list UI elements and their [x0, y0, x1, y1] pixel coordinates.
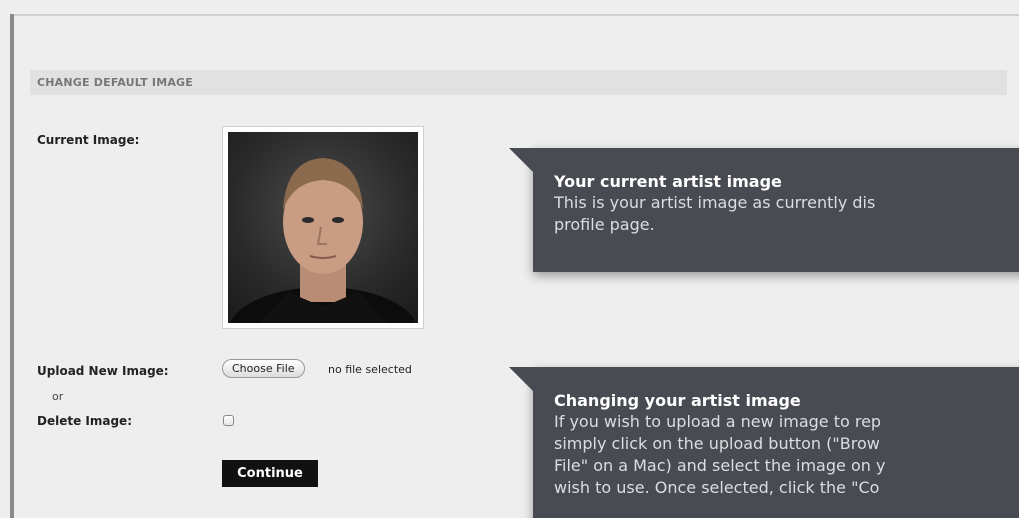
current-image-label: Current Image:	[37, 133, 140, 147]
continue-button[interactable]: Continue	[222, 460, 318, 487]
tooltip-body: If you wish to upload a new image to rep…	[554, 412, 886, 497]
tooltip-notch	[509, 148, 533, 172]
choose-file-button[interactable]: Choose File	[222, 359, 305, 378]
current-image-frame	[222, 126, 424, 329]
tooltip-body: This is your artist image as currently d…	[554, 193, 876, 234]
tooltip-notch	[509, 367, 533, 391]
section-title: CHANGE DEFAULT IMAGE	[37, 76, 193, 89]
tooltip-title: Changing your artist image	[554, 391, 801, 410]
delete-image-label: Delete Image:	[37, 414, 132, 428]
section-header: CHANGE DEFAULT IMAGE	[30, 70, 1007, 95]
left-border	[10, 14, 14, 518]
upload-image-label: Upload New Image:	[37, 364, 169, 378]
tooltip-title: Your current artist image	[554, 172, 782, 191]
tooltip-changing-image: Changing your artist image If you wish t…	[509, 367, 1019, 518]
top-divider	[14, 14, 1019, 16]
or-separator: or	[52, 390, 64, 403]
delete-image-checkbox[interactable]	[223, 415, 234, 426]
tooltip-current-image: Your current artist image This is your a…	[509, 148, 1019, 272]
page-frame: CHANGE DEFAULT IMAGE Current Image: Uplo…	[0, 0, 1019, 518]
artist-photo	[228, 132, 418, 323]
file-status-text: no file selected	[328, 363, 412, 376]
